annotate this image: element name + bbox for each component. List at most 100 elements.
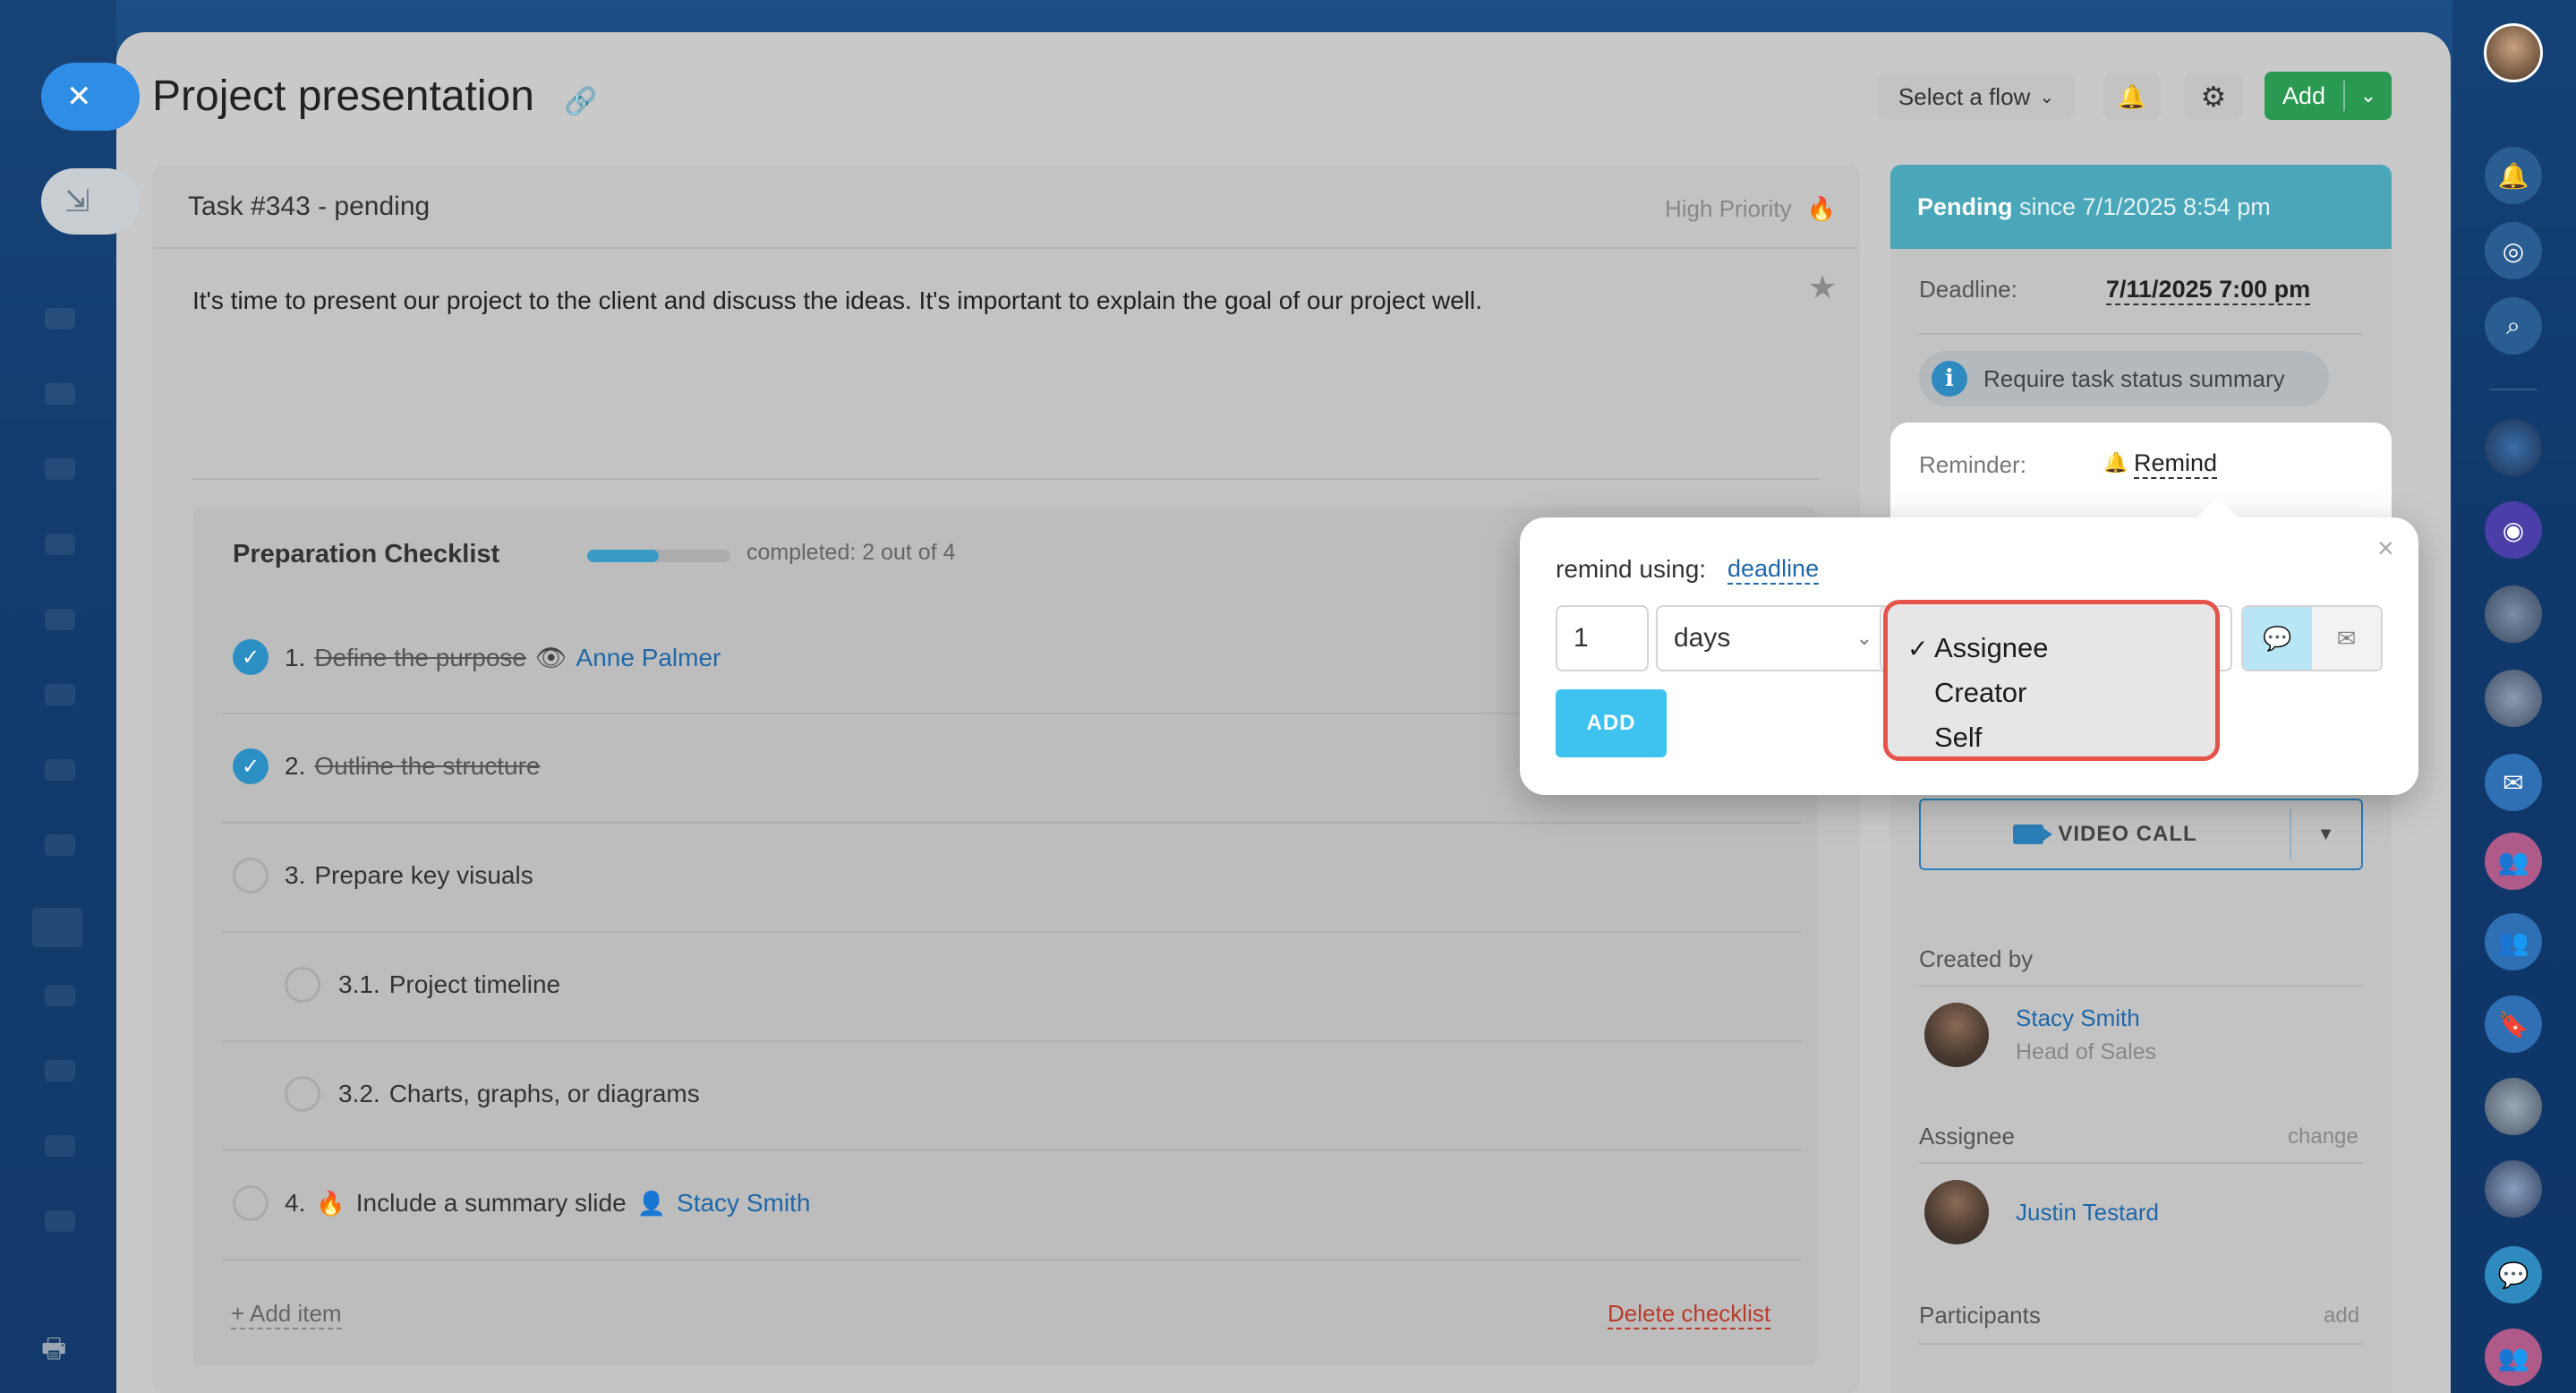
info-icon: i	[1932, 361, 1967, 397]
chat-message-icon[interactable]: 💬	[2243, 607, 2312, 670]
option-label: Self	[1934, 722, 1983, 753]
group-chat-icon[interactable]: 👥	[2485, 1329, 2542, 1386]
checklist-progress-bar	[587, 550, 730, 562]
recipient-option-self[interactable]: Self	[1907, 715, 2215, 760]
recipient-dropdown: ✓ Assignee Creator Self	[1883, 600, 2220, 761]
link-icon[interactable]: 🔗	[564, 86, 597, 117]
item-text: Project timeline	[388, 970, 561, 998]
contact-avatar[interactable]	[2485, 670, 2542, 727]
unchecked-circle-icon[interactable]	[285, 1076, 320, 1112]
item-number: 3.1.	[338, 970, 380, 998]
eye-icon: 👁	[534, 644, 567, 671]
remind-using-select[interactable]: deadline	[1727, 555, 1820, 585]
unchecked-circle-icon[interactable]	[233, 858, 269, 893]
task-description: It's time to present our project to the …	[192, 286, 1483, 314]
checklist-item[interactable]: 3.2. Charts, graphs, or diagrams	[222, 1042, 1801, 1151]
contact-avatar[interactable]	[2485, 1078, 2542, 1135]
change-assignee-link[interactable]: change	[2288, 1124, 2358, 1149]
sidebar-ghost-item	[45, 609, 75, 630]
sidebar-ghost-item	[45, 985, 75, 1006]
checked-icon[interactable]: ✓	[233, 748, 269, 784]
chat-icon[interactable]: 💬	[2485, 1246, 2542, 1303]
sidebar-ghost-item	[45, 1210, 75, 1232]
search-chat-icon[interactable]: ⌕	[2485, 297, 2542, 355]
reminder-amount-input[interactable]	[1556, 605, 1649, 671]
caret-down-icon[interactable]: ▼	[2291, 825, 2361, 845]
sidebar-ghost-item	[45, 1135, 75, 1157]
reminder-unit-select[interactable]: days ⌄	[1656, 605, 1890, 671]
divider	[192, 478, 1820, 480]
group-chat-icon[interactable]: 👥	[2485, 833, 2542, 890]
auditor-link[interactable]: Anne Palmer	[576, 644, 721, 672]
divider	[1919, 1162, 2363, 1164]
item-number: 3.2.	[338, 1080, 380, 1107]
contact-avatar[interactable]	[2485, 1160, 2542, 1218]
mail-icon[interactable]: ✉	[2485, 754, 2542, 811]
close-slider-button[interactable]: ✕	[41, 63, 140, 131]
add-button[interactable]: Add ⌄	[2265, 72, 2392, 120]
email-icon[interactable]: ✉	[2312, 607, 2381, 670]
summary-pill-label: Require task status summary	[1983, 364, 2285, 392]
checklist-item[interactable]: 4. 🔥 Include a summary slide 👤 Stacy Smi…	[222, 1151, 1801, 1261]
group-chat-icon[interactable]: 👥	[2485, 913, 2542, 970]
checklist-item[interactable]: 3.1. Project timeline	[222, 933, 1801, 1042]
priority-toggle[interactable]: High Priority 🔥	[1665, 195, 1836, 223]
sidebar-ghost-item	[45, 759, 75, 781]
recipient-option-creator[interactable]: Creator	[1907, 671, 2215, 715]
item-number: 3.	[285, 861, 306, 889]
rail-divider	[2490, 389, 2537, 390]
divider	[1919, 985, 2363, 987]
item-text: Charts, graphs, or diagrams	[388, 1080, 700, 1107]
add-item-link[interactable]: + Add item	[231, 1300, 342, 1329]
option-label: Creator	[1934, 677, 2027, 708]
flow-select[interactable]: Select a flow ⌄	[1878, 73, 2075, 120]
creator-name[interactable]: Stacy Smith	[2016, 1004, 2156, 1032]
bell-icon: 🔔	[2117, 82, 2147, 110]
person-icon: 👤	[636, 1189, 667, 1217]
sidebar-ghost-item	[32, 908, 82, 947]
contact-avatar[interactable]	[2485, 419, 2542, 476]
chevron-down-icon: ⌄	[1855, 627, 1872, 649]
creator-card[interactable]: Stacy Smith Head of Sales	[1924, 1003, 2156, 1067]
user-avatar[interactable]	[2484, 23, 2543, 82]
unchecked-circle-icon[interactable]	[285, 967, 320, 1003]
summary-requirement-pill[interactable]: i Require task status summary	[1919, 351, 2329, 406]
chevron-down-icon: ⌄	[2039, 87, 2055, 107]
assignee-link[interactable]: Stacy Smith	[677, 1189, 810, 1218]
priority-label: High Priority	[1665, 195, 1792, 222]
sidebar-ghost-item	[45, 383, 75, 405]
recipient-option-assignee[interactable]: ✓ Assignee	[1907, 626, 2215, 671]
chevron-down-icon[interactable]: ⌄	[2345, 84, 2392, 107]
collapse-button[interactable]: ⇲	[41, 168, 140, 235]
video-call-button[interactable]: VIDEO CALL ▼	[1919, 799, 2363, 870]
checklist-item[interactable]: 3. Prepare key visuals	[222, 824, 1801, 933]
bell-button[interactable]: 🔔	[2103, 73, 2161, 120]
item-number: 4.	[285, 1189, 306, 1217]
close-icon[interactable]: ×	[2377, 532, 2394, 565]
add-participant-link[interactable]: add	[2324, 1303, 2359, 1329]
close-icon: ✕	[66, 80, 92, 114]
deadline-value[interactable]: 7/11/2025 7:00 pm	[2106, 276, 2311, 305]
settings-button[interactable]: ⚙	[2184, 73, 2243, 120]
progress-fill	[587, 550, 659, 562]
bookmark-icon[interactable]: 🔖	[2485, 996, 2542, 1053]
checkmark-icon: ✓	[1907, 634, 1929, 662]
assignee-card[interactable]: Justin Testard	[1924, 1180, 2159, 1244]
sidebar-ghost-item	[45, 684, 75, 705]
created-by-label: Created by	[1919, 945, 2034, 972]
target-icon[interactable]: ◎	[2485, 222, 2542, 279]
reminder-channel-toggle[interactable]: 💬 ✉	[2241, 605, 2383, 671]
copilot-icon[interactable]: ◉	[2485, 501, 2542, 559]
contact-avatar[interactable]	[2485, 585, 2542, 643]
star-icon[interactable]: ★	[1808, 269, 1837, 306]
remind-link[interactable]: Remind	[2134, 449, 2218, 479]
add-reminder-button[interactable]: ADD	[1556, 689, 1667, 757]
unchecked-circle-icon[interactable]	[233, 1185, 269, 1221]
delete-checklist-link[interactable]: Delete checklist	[1608, 1300, 1771, 1329]
reminder-bell-icon: 🔔	[2103, 451, 2128, 474]
notifications-icon[interactable]: 🔔	[2485, 147, 2542, 204]
print-icon[interactable]: 🖶	[41, 1329, 77, 1363]
checked-icon[interactable]: ✓	[233, 639, 269, 675]
reminder-label: Reminder:	[1919, 451, 2026, 478]
assignee-name[interactable]: Justin Testard	[2016, 1199, 2159, 1226]
